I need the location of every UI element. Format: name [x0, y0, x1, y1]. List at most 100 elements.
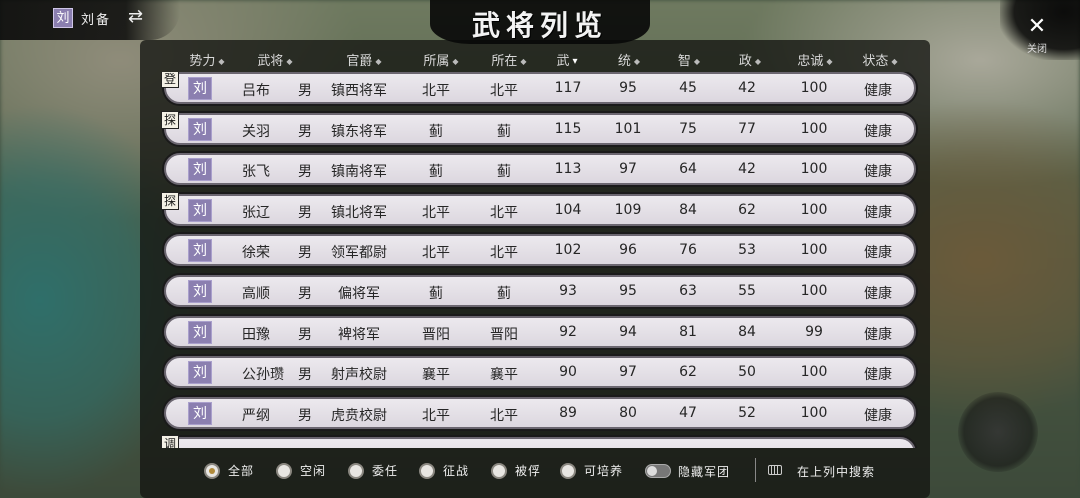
hide-legion-toggle[interactable]	[645, 464, 671, 478]
cell-location: 北平	[490, 407, 518, 424]
table-row[interactable]: 刘 严纲 男 虎贲校尉 北平 北平 89 80 47 52 100 健康	[164, 396, 916, 429]
column-header[interactable]: 政 ◆	[739, 50, 761, 69]
cell-tong: 97	[619, 161, 637, 178]
officer-list[interactable]: 登刘吕布男镇西将军 北平 北平 117 95 45 42 100 健康探刘关羽男镇东将军蓟蓟 11…	[0, 72, 1080, 448]
filter-bar: 隐藏军团 在上列中搜索 全部 空闲 委任 征战 被俘 可培养	[0, 456, 1080, 486]
cell-title: 镇北将军	[331, 204, 387, 221]
filter-radio[interactable]: 全部	[204, 462, 254, 479]
filter-label: 被俘	[515, 464, 542, 478]
cell-name: 关羽	[242, 123, 270, 140]
cell-zheng: 52	[738, 404, 756, 421]
cell-title: 镇南将军	[331, 164, 387, 181]
sort-icon: ◆	[826, 57, 833, 66]
cell-loyalty: 99	[805, 323, 823, 340]
cell-location: 北平	[490, 204, 518, 221]
officer-task-tag: 探	[161, 110, 179, 129]
cell-loyalty: 100	[800, 161, 828, 178]
filter-radio[interactable]: 空闲	[276, 462, 326, 479]
column-header[interactable]: 官爵 ◆	[346, 50, 381, 69]
swap-icon[interactable]: ⇄	[128, 6, 143, 27]
filter-label: 征战	[443, 464, 470, 478]
table-row[interactable]: 刘 徐荣 男 领军都尉 北平 北平 102 96 76 53 100 健康	[164, 234, 916, 267]
filter-radio[interactable]: 可培养	[560, 462, 623, 479]
cell-status: 健康	[864, 123, 892, 140]
faction-badge: 刘	[188, 117, 212, 141]
faction-badge: 刘	[188, 77, 212, 100]
sort-icon: ◆	[633, 57, 641, 66]
cell-location: 蓟	[497, 286, 511, 302]
hide-legion-label: 隐藏军团	[678, 465, 731, 479]
search-in-list-button[interactable]: 在上列中搜索	[797, 463, 875, 480]
table-row[interactable]: 刘 吕布 男 镇西将军 北平 北平 117 95 45 42 100 健康	[164, 72, 916, 104]
cell-location: 襄平	[490, 367, 518, 384]
cell-loyalty: 100	[800, 364, 828, 381]
table-row[interactable]: 刘 张飞 男 镇南将军 蓟 蓟 113 97 64 42 100 健康	[164, 153, 916, 186]
filter-radio[interactable]: 委任	[348, 462, 398, 479]
cell-name: 严纲	[242, 407, 270, 424]
sort-icon: ◆	[754, 57, 762, 66]
filter-label: 全部	[228, 464, 255, 478]
column-header-label: 武	[556, 54, 570, 69]
table-row[interactable]: 刘 关羽 男 镇东将军 蓟 蓟 115 101 75 77 100 健康	[164, 112, 916, 145]
cell-wu: 90	[559, 364, 577, 381]
cell-zhi: 64	[679, 161, 697, 178]
cell-location: 北平	[490, 83, 518, 99]
radio-dot	[419, 462, 435, 479]
column-header-label: 所在	[491, 54, 518, 69]
cell-gender: 男	[298, 245, 312, 262]
cell-wu: 115	[554, 120, 582, 137]
cell-gender: 男	[298, 83, 312, 99]
cell-zheng: 62	[738, 201, 756, 218]
radio-dot	[204, 462, 220, 479]
faction-badge: 刘	[188, 280, 212, 303]
cell-gender: 男	[298, 164, 312, 181]
table-row[interactable]: 刘 田豫 男 裨将军 晋阳 晋阳 92 94 81 84 99 健康	[164, 315, 916, 348]
cell-title: 领军都尉	[331, 245, 387, 262]
column-header[interactable]: 势力 ◆	[189, 50, 224, 69]
cell-location: 蓟	[497, 123, 511, 140]
radio-dot	[348, 462, 364, 479]
cell-name: 张飞	[242, 164, 270, 181]
table-row[interactable]: 刘 张辽 男 镇北将军 北平 北平 104 109 84 62 100 健康	[164, 193, 916, 226]
filter-radio[interactable]: 被俘	[491, 462, 541, 479]
cell-gender: 男	[298, 286, 312, 302]
radio-dot	[276, 462, 292, 479]
table-row[interactable]	[164, 437, 916, 448]
cell-status: 健康	[864, 83, 892, 99]
cell-wu: 117	[554, 80, 582, 96]
cell-title: 虎贲校尉	[331, 407, 387, 424]
cell-status: 健康	[864, 286, 892, 302]
cell-zheng: 50	[738, 364, 756, 381]
column-header[interactable]: 所在 ◆	[491, 50, 526, 69]
column-header[interactable]: 武 ▾	[556, 50, 577, 69]
column-header[interactable]: 状态 ◆	[862, 50, 897, 69]
cell-status: 健康	[864, 326, 892, 343]
cell-name: 高顺	[242, 286, 270, 302]
cell-location: 晋阳	[490, 326, 518, 343]
cell-belong: 蓟	[429, 286, 443, 302]
cell-status: 健康	[864, 204, 892, 221]
faction-badge: 刘	[188, 239, 212, 263]
column-header[interactable]: 统 ◆	[618, 50, 640, 69]
keyboard-icon[interactable]	[768, 465, 782, 475]
sort-icon: ◆	[218, 57, 225, 66]
cell-wu: 113	[554, 161, 582, 178]
column-header-label: 统	[617, 54, 631, 69]
cell-location: 蓟	[497, 164, 511, 181]
column-header[interactable]: 智 ◆	[678, 50, 700, 69]
faction-badge: 刘	[188, 198, 212, 222]
close-button[interactable]: ✕ 关闭	[1018, 16, 1056, 56]
table-row[interactable]: 刘 公孙瓒男 射声校尉 襄平 襄平 90 97 62 50 100 健康	[164, 356, 916, 389]
column-header[interactable]: 武将 ◆	[257, 50, 292, 69]
cell-tong: 95	[619, 80, 637, 96]
cell-zheng: 55	[738, 283, 756, 299]
column-header-label: 官爵	[346, 54, 373, 69]
column-header[interactable]: 所属 ◆	[423, 50, 458, 69]
cell-zhi: 62	[679, 364, 697, 381]
column-header[interactable]: 忠诚 ◆	[797, 50, 832, 69]
filter-radio[interactable]: 征战	[419, 462, 469, 479]
table-row[interactable]: 刘 高顺 男 偏将军 蓟 蓟 93 95 63 55 100 健康	[164, 275, 916, 307]
cell-gender: 男	[298, 204, 312, 221]
cell-loyalty: 100	[800, 120, 828, 137]
cell-status: 健康	[864, 245, 892, 262]
